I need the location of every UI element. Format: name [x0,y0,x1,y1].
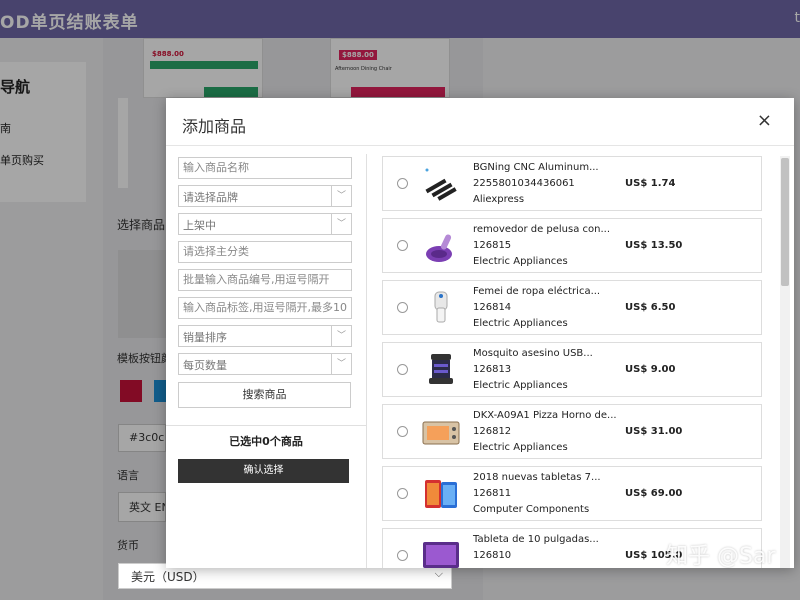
product-row[interactable]: Mosquito asesino USB... 126813 Electric … [382,342,762,397]
product-list: BGNing CNC Aluminum... 2255801034436061 … [382,156,762,568]
product-radio[interactable] [397,240,408,251]
product-category: Computer Components [473,504,590,515]
product-price: US$ 1.74 [625,178,676,189]
category-field[interactable] [183,245,347,258]
modal-title: 添加商品 [182,117,247,136]
modal-header: 添加商品 × [166,98,794,146]
chevron-down-icon: ﹀ [331,186,351,206]
product-sku: 126815 [473,240,512,251]
per-page-select[interactable]: 每页数量 ﹀ [178,353,352,375]
product-name-field[interactable] [183,161,347,174]
product-sku: 126810 [473,550,512,561]
product-radio[interactable] [397,302,408,313]
product-radio[interactable] [397,364,408,375]
product-name: DKX-A09A1 Pizza Horno de... [473,410,617,421]
product-name: 2018 nuevas tabletas 7... [473,472,601,483]
tags-input[interactable] [178,297,352,319]
confirm-selection-button[interactable]: 确认选择 [178,459,349,483]
scrollbar-thumb[interactable] [781,158,789,286]
product-row[interactable]: BGNing CNC Aluminum... 2255801034436061 … [382,156,762,211]
product-name: Tableta de 10 pulgadas... [473,534,599,545]
garment-steamer-icon [434,291,448,323]
product-price: US$ 13.50 [625,240,683,251]
product-category: Aliexpress [473,194,525,205]
product-sku: 2255801034436061 [473,178,575,189]
add-product-modal: 添加商品 × 请选择品牌 ﹀ 上架中 ﹀ 销量排序 ﹀ 每页数量 ﹀ 搜索商品 … [166,98,794,568]
tags-field[interactable] [183,301,347,314]
chevron-down-icon: ﹀ [331,214,351,234]
product-name: Mosquito asesino USB... [473,348,593,359]
category-input[interactable] [178,241,352,263]
currency-select-value: 美元（USD） [131,570,205,584]
chevron-down-icon: ﹀ [331,354,351,374]
chevron-down-icon: ⌵ [434,567,443,580]
brand-select[interactable]: 请选择品牌 ﹀ [178,185,352,207]
product-price: US$ 69.00 [625,488,683,499]
watermark: 知乎 @Sar [666,544,776,569]
status-select[interactable]: 上架中 ﹀ [178,213,352,235]
pizza-oven-icon [422,421,460,445]
product-sku: 126812 [473,426,512,437]
product-sku: 126813 [473,364,512,375]
product-name-input[interactable] [178,157,352,179]
brand-select-value: 请选择品牌 [183,191,238,204]
product-list-scrollbar[interactable] [780,156,790,568]
product-radio[interactable] [397,426,408,437]
tablet-icon [425,480,457,508]
product-row[interactable]: Femei de ropa eléctrica... 126814 Electr… [382,280,762,335]
product-sku: 126814 [473,302,512,313]
product-radio[interactable] [397,178,408,189]
product-category: Electric Appliances [473,442,568,453]
per-page-select-value: 每页数量 [183,359,227,372]
batch-sku-input[interactable] [178,269,352,291]
product-price: US$ 9.00 [625,364,676,375]
sort-select[interactable]: 销量排序 ﹀ [178,325,352,347]
left-divider [166,425,366,426]
product-name: Femei de ropa eléctrica... [473,286,601,297]
selected-count: 已选中0个商品 [229,435,303,448]
product-radio[interactable] [397,550,408,561]
product-row[interactable]: DKX-A09A1 Pizza Horno de... 126812 Elect… [382,404,762,459]
product-radio[interactable] [397,488,408,499]
batch-sku-field[interactable] [183,273,347,286]
product-name: removedor de pelusa con... [473,224,611,235]
product-sku: 126811 [473,488,512,499]
product-price: US$ 6.50 [625,302,676,313]
chevron-down-icon: ﹀ [331,326,351,346]
product-name: BGNing CNC Aluminum... [473,162,599,173]
status-select-value: 上架中 [183,219,216,232]
search-products-button[interactable]: 搜索商品 [178,382,351,408]
lint-remover-icon [426,234,452,262]
product-category: Electric Appliances [473,256,568,267]
tablet-10-icon [423,542,459,568]
close-icon[interactable]: × [757,110,772,131]
sort-select-value: 销量排序 [183,331,227,344]
product-price: US$ 31.00 [625,426,683,437]
mosquito-lamp-icon [429,354,453,384]
product-row[interactable]: 2018 nuevas tabletas 7... 126811 Compute… [382,466,762,521]
column-divider [366,154,367,568]
product-category: Electric Appliances [473,380,568,391]
product-row[interactable]: removedor de pelusa con... 126815 Electr… [382,218,762,273]
tool-bars-icon [425,168,457,201]
product-category: Electric Appliances [473,318,568,329]
